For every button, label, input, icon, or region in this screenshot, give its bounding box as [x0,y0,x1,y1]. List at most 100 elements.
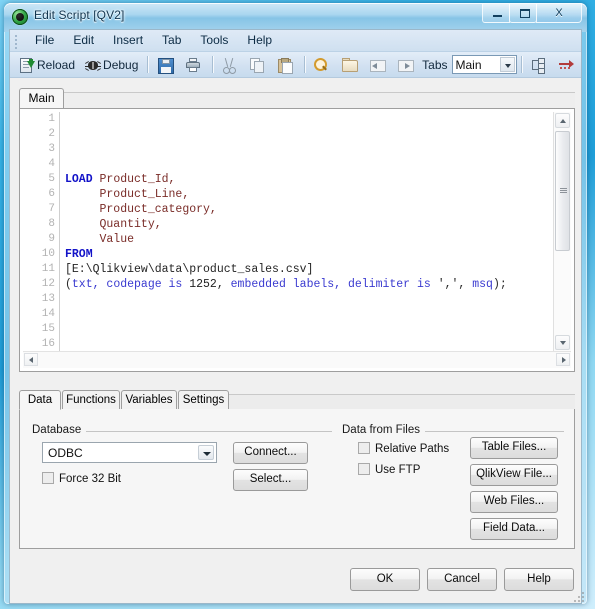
minimize-button[interactable] [482,4,510,23]
help-button[interactable]: Help [504,568,574,591]
code-line: Product_category, [65,202,553,217]
line-number: 13 [41,293,55,305]
menu-bar: File Edit Insert Tab Tools Help [10,30,581,52]
open-button[interactable] [336,53,364,77]
script-editor[interactable]: 1 2 3 4 5 6 7 8 9 10 11 12 13 14 15 16 L… [19,108,575,372]
code-token: Quantity, [65,218,162,231]
chevron-down-icon[interactable] [499,57,515,72]
cut-button[interactable] [216,53,244,77]
scroll-left-arrow-icon[interactable] [24,353,38,366]
previous-tab-button[interactable] [364,53,392,77]
close-icon: X [555,7,563,19]
chevron-down-icon[interactable] [198,445,214,460]
scroll-down-arrow-icon[interactable] [555,335,570,350]
code-line: (txt, codepage is 1252, embedded labels,… [65,277,553,292]
find-button[interactable] [308,53,336,77]
reload-button[interactable]: Reload [14,53,80,77]
save-button[interactable] [152,53,180,77]
tab-functions[interactable]: Functions [62,390,120,410]
resize-grip-icon[interactable] [574,592,585,603]
goto-icon [558,57,574,73]
tab-variables[interactable]: Variables [121,390,177,410]
web-files-button[interactable]: Web Files... [470,491,558,513]
database-provider-combobox[interactable]: ODBC [42,442,217,463]
tab-settings[interactable]: Settings [178,390,229,410]
vertical-scrollbar-thumb[interactable] [555,131,570,251]
code-area[interactable]: 1 2 3 4 5 6 7 8 9 10 11 12 13 14 15 16 L… [23,112,554,351]
next-tab-button[interactable] [392,53,420,77]
maximize-button[interactable] [509,4,537,23]
select-button[interactable]: Select... [233,469,308,491]
close-button[interactable]: X [536,4,582,23]
relative-paths-label: Relative Paths [375,443,450,455]
script-tab-main[interactable]: Main [19,88,64,109]
open-folder-icon [341,57,359,73]
code-line: LOAD Product_Id, [65,172,553,187]
print-button[interactable] [180,53,208,77]
line-number: 6 [48,188,55,200]
code-lines[interactable]: LOAD Product_Id, Product_Line, Product_c… [65,112,553,351]
toolbar: Reload Debug Tabs Main [10,52,581,78]
scroll-up-arrow-icon[interactable] [555,113,570,128]
tabs-combobox-value: Main [455,58,482,72]
editor-horizontal-scrollbar[interactable] [23,351,571,368]
relative-paths-checkbox[interactable]: Relative Paths [358,442,449,455]
ok-button[interactable]: OK [350,568,420,591]
code-token: 1252 [182,278,217,291]
code-line: FROM [65,247,553,262]
line-number: 3 [48,143,55,155]
menu-item-help[interactable]: Help [238,30,282,50]
code-token: ',', [430,278,473,291]
code-token: ); [492,278,507,291]
menu-item-tools[interactable]: Tools [191,30,238,50]
force-32-bit-label: Force 32 Bit [59,473,121,485]
menu-item-file[interactable]: File [26,30,64,50]
menu-item-tab[interactable]: Tab [153,30,191,50]
debug-button[interactable]: Debug [80,53,143,77]
use-ftp-checkbox[interactable]: Use FTP [358,463,420,476]
promote-tab-button[interactable] [525,53,553,77]
use-ftp-label: Use FTP [375,464,421,476]
field-data-button[interactable]: Field Data... [470,518,558,540]
tabs-combobox[interactable]: Main [451,55,517,74]
checkbox-box-icon[interactable] [358,463,370,475]
code-token: Product_Line, [65,188,190,201]
window-controls: X [482,4,582,23]
debug-label: Debug [103,57,139,72]
copy-button[interactable] [244,53,272,77]
data-from-files-group: Data from Files [342,424,564,436]
data-from-files-group-title: Data from Files [342,424,425,436]
title-bar[interactable]: Edit Script [QV2] X [4,3,587,32]
code-token: embedded labels, delimiter is [230,278,431,291]
checkbox-box-icon[interactable] [42,472,54,484]
code-token: Product_Id, [99,173,176,186]
line-number: 15 [41,323,55,335]
table-files-button[interactable]: Table Files... [470,437,558,459]
window-title: Edit Script [QV2] [34,8,125,22]
editor-vertical-scrollbar[interactable] [553,112,571,351]
menu-items: File Edit Insert Tab Tools Help [26,30,282,50]
menu-item-edit[interactable]: Edit [64,30,104,50]
line-number: 14 [41,308,55,320]
scroll-right-arrow-icon[interactable] [556,353,570,366]
code-token: , [216,278,231,291]
cancel-button[interactable]: Cancel [427,568,497,591]
checkbox-box-icon[interactable] [358,442,370,454]
qlikview-logo-icon [12,9,28,25]
line-number: 5 [48,173,55,185]
paste-button[interactable] [272,53,300,77]
code-token: Product_category, [65,203,217,216]
line-number: 8 [48,218,55,230]
connect-button[interactable]: Connect... [233,442,308,464]
script-tab-strip: Main [19,88,575,109]
tab-data[interactable]: Data [19,390,61,410]
reload-label: Reload [37,57,76,72]
menu-item-insert[interactable]: Insert [104,30,153,50]
line-number-gutter: 1 2 3 4 5 6 7 8 9 10 11 12 13 14 15 16 [23,112,60,351]
qlikview-file-button[interactable]: QlikView File... [470,464,558,486]
code-line: Value [65,232,553,247]
database-provider-value: ODBC [48,446,83,460]
force-32-bit-checkbox[interactable]: Force 32 Bit [42,472,121,485]
goto-button[interactable] [553,53,581,77]
